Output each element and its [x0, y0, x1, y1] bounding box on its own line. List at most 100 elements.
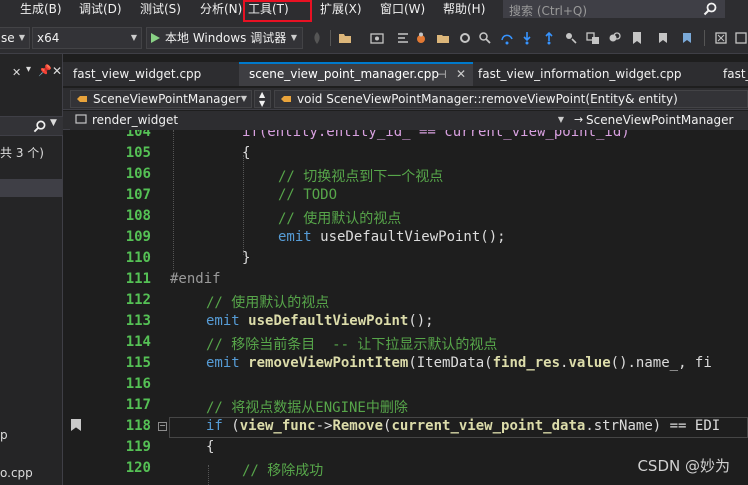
close-icon[interactable]: ✕	[456, 64, 466, 85]
bug-icon[interactable]	[414, 31, 428, 45]
quick-search[interactable]	[503, 0, 725, 20]
class-scope-dropdown[interactable]: SceneViewPointManager ▼	[70, 90, 252, 108]
code-function: removeViewPointItem	[248, 355, 409, 371]
pin-icon[interactable]: ⊣	[437, 64, 447, 85]
navigation-bar: SceneViewPointManager ▼ ▲ ▼ void SceneVi…	[63, 88, 748, 110]
code-line: {	[206, 439, 215, 455]
prev-bookmark-icon[interactable]	[656, 31, 670, 45]
code-line: if(entity.entity_id_ == current_view_poi…	[242, 130, 630, 140]
step-into-icon[interactable]	[520, 31, 534, 45]
code-line: emit useDefaultViewPoint();	[206, 313, 434, 329]
toggle-icon[interactable]	[586, 31, 600, 45]
code-token: if(entity.entity_id_ == current_view_poi…	[242, 130, 630, 140]
comment-icon[interactable]	[608, 31, 622, 45]
chevron-down-icon[interactable]: ▾	[26, 64, 31, 75]
indent-guide	[208, 465, 209, 485]
code-token: ().name_, fi	[610, 355, 712, 371]
line-number: 106	[125, 166, 151, 182]
run-label: 本地 Windows 调试器	[165, 31, 287, 45]
line-number: 114	[125, 334, 151, 350]
config-label: se	[1, 31, 15, 45]
chevron-down-icon: ▼	[557, 115, 564, 124]
hot-reload-icon[interactable]	[310, 31, 324, 45]
folder-open-icon[interactable]	[436, 31, 450, 45]
overflow-icon[interactable]	[734, 31, 748, 45]
code-editor[interactable]: 104 105 106 107 108 109 110 111 112 113 …	[63, 130, 748, 485]
menu-analyze[interactable]: 分析(N)	[200, 0, 242, 22]
tab-scene-view-point-manager[interactable]: scene_view_point_manager.cpp ⊣ ✕	[239, 62, 473, 86]
search-input[interactable]	[503, 2, 725, 20]
step-over-icon[interactable]	[500, 31, 514, 45]
class-scope-label: SceneViewPointManager	[93, 92, 241, 106]
member-scope-label: void SceneViewPointManager::removeViewPo…	[297, 92, 678, 106]
next-bookmark-icon[interactable]	[680, 31, 694, 45]
code-preprocessor: #endif	[170, 271, 221, 287]
close-icon[interactable]: ✕	[12, 66, 21, 79]
bookmark-icon[interactable]	[630, 31, 644, 45]
line-number: 119	[125, 439, 151, 455]
code-token: (ItemData(	[408, 355, 493, 371]
menu-help[interactable]: 帮助(H)	[443, 0, 485, 22]
settings-icon[interactable]	[458, 31, 472, 45]
menu-test[interactable]: 测试(S)	[140, 0, 181, 22]
code-comment: // 使用默认的视点	[278, 211, 402, 227]
menu-debug[interactable]: 调试(D)	[79, 0, 122, 22]
step-out-icon[interactable]	[542, 31, 556, 45]
code-keyword: emit	[206, 355, 240, 371]
class-icon	[77, 96, 87, 102]
tab-fast-view-information-widget[interactable]: fast_view_information_widget.cpp	[468, 62, 712, 86]
start-debugging-button[interactable]: 本地 Windows 调试器 ▼	[146, 27, 303, 49]
fold-margin	[155, 130, 169, 485]
code-comment: // 移除成功	[242, 463, 324, 479]
panel-header: ✕ ▾ 📌 ✕	[0, 62, 63, 82]
close-icon[interactable]: ✕	[52, 64, 62, 78]
menu-window[interactable]: 窗口(W)	[380, 0, 425, 22]
code-token: (	[222, 418, 240, 434]
screenshot-icon[interactable]	[370, 31, 384, 45]
code-line: emit removeViewPointItem(ItemData(find_r…	[206, 355, 712, 371]
format-icon[interactable]	[396, 31, 410, 45]
find-icon[interactable]	[478, 31, 492, 45]
project-scope-dropdown[interactable]: render_widget ▼	[70, 112, 570, 130]
platform-dropdown[interactable]: x64 ▼	[32, 27, 142, 49]
explorer-search[interactable]: ▼	[0, 116, 63, 136]
code-comment: // TODO	[278, 187, 338, 203]
line-number: 115	[125, 355, 151, 371]
tree-item[interactable]: o.cpp	[0, 466, 33, 480]
search-icon[interactable]	[33, 120, 46, 133]
class-scope-secondary-label: SceneViewPointManager	[586, 113, 734, 127]
line-number: 120	[125, 460, 151, 476]
code-token: useDefaultViewPoint();	[311, 229, 506, 245]
chevron-down-icon[interactable]: ▼	[50, 118, 57, 128]
fold-toggle-icon[interactable]: −	[158, 422, 167, 431]
line-number: 108	[125, 208, 151, 224]
member-scope-dropdown[interactable]: void SceneViewPointManager::removeViewPo…	[274, 90, 748, 108]
code-comment: // 移除当前条目 -- 让下拉显示默认的视点	[206, 337, 498, 353]
line-number: 111	[125, 271, 151, 287]
code-function: Remove	[332, 418, 384, 434]
pin-icon[interactable]: 📌	[38, 64, 52, 77]
menu-tools[interactable]: 工具(T)	[243, 0, 312, 22]
method-icon	[281, 96, 291, 102]
line-number: 107	[125, 187, 151, 203]
selected-tree-item[interactable]	[0, 179, 63, 197]
tab-fast-overflow[interactable]: fast_	[713, 62, 748, 86]
nav-split-button[interactable]: ▲ ▼	[254, 90, 271, 108]
clear-bookmarks-icon[interactable]	[714, 31, 728, 45]
menu-build[interactable]: 生成(B)	[20, 0, 62, 22]
code-variable: find_res	[492, 355, 561, 371]
breakpoint-icon[interactable]	[564, 31, 578, 45]
menu-extensions[interactable]: 扩展(X)	[320, 0, 362, 22]
folder-icon[interactable]	[338, 31, 352, 45]
code-line: }	[242, 250, 251, 266]
search-icon[interactable]	[703, 2, 717, 16]
tree-item[interactable]: p	[0, 428, 8, 442]
toolbar-separator	[704, 30, 705, 46]
code-keyword: if	[206, 418, 223, 434]
config-dropdown[interactable]: se ▼	[0, 27, 30, 49]
class-scope-secondary-dropdown[interactable]: → SceneViewPointManager	[572, 112, 748, 130]
code-comment: // 切换视点到下一个视点	[278, 169, 444, 185]
code-variable: current_view_point_data	[391, 418, 586, 434]
tab-fast-view-widget[interactable]: fast_view_widget.cpp	[63, 62, 239, 86]
play-icon	[151, 33, 160, 43]
